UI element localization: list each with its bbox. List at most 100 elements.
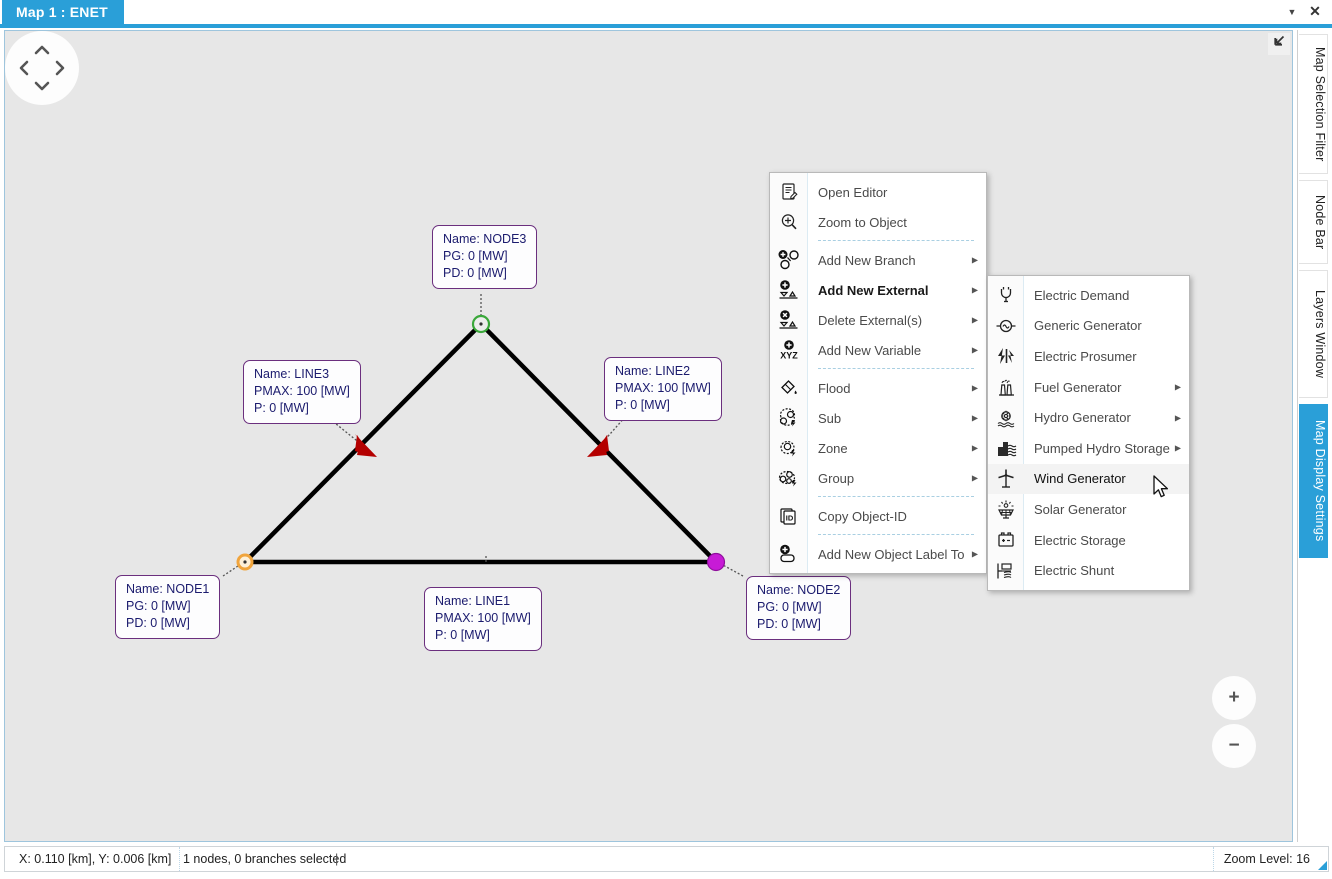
sidebar-tab-layers-window[interactable]: Layers Window	[1299, 270, 1328, 398]
sidebar-tab-map-display-settings[interactable]: Map Display Settings	[1299, 404, 1328, 558]
submenu-item-hydro-generator[interactable]: Hydro Generator ▶	[988, 402, 1189, 433]
menu-item-add-new-external[interactable]: Add New External ▶	[770, 275, 986, 305]
menu-item-flood[interactable]: Flood ▶	[770, 373, 986, 403]
label-line: PMAX: 100 [MW]	[615, 380, 711, 397]
node-label-node3[interactable]: Name: NODE3 PG: 0 [MW] PD: 0 [MW]	[432, 225, 537, 289]
wind-turbine-icon	[988, 464, 1023, 494]
menu-item-zone[interactable]: Zone ▶	[770, 433, 986, 463]
shunt-icon	[988, 556, 1023, 586]
label-line: PMAX: 100 [MW]	[435, 610, 531, 627]
add-object-label-icon	[770, 539, 807, 569]
pumped-hydro-icon	[988, 433, 1023, 463]
generic-generator-icon	[988, 311, 1023, 341]
label-line: PD: 0 [MW]	[126, 615, 209, 632]
menu-item-label: Zoom to Object	[807, 215, 907, 230]
zoom-in-magnifier-icon	[770, 207, 807, 237]
status-bar: X: 0.110 [km], Y: 0.006 [km] 1 nodes, 0 …	[4, 846, 1329, 872]
label-line: PG: 0 [MW]	[126, 598, 209, 615]
chevron-right-icon: ▶	[972, 414, 978, 423]
label-line: Name: LINE3	[254, 366, 350, 383]
menu-item-label: Open Editor	[807, 185, 887, 200]
status-caret: |	[335, 847, 338, 871]
chevron-right-icon: ▶	[1175, 383, 1181, 392]
menu-item-label: Sub	[807, 411, 841, 426]
sidebar-tab-map-selection-filter[interactable]: Map Selection Filter	[1299, 34, 1328, 174]
submenu-item-electric-shunt[interactable]: Electric Shunt	[988, 555, 1189, 586]
menu-item-add-new-variable[interactable]: XYZ Add New Variable ▶	[770, 335, 986, 365]
menu-item-group[interactable]: Group ▶	[770, 463, 986, 493]
label-line: P: 0 [MW]	[254, 400, 350, 417]
submenu-item-label: Electric Demand	[1023, 288, 1129, 303]
label-line: Name: NODE3	[443, 231, 526, 248]
node-label-node2[interactable]: Name: NODE2 PG: 0 [MW] PD: 0 [MW]	[746, 576, 851, 640]
chevron-right-icon: ▶	[972, 384, 978, 393]
hydro-turbine-icon	[988, 403, 1023, 433]
chevron-right-icon: ▶	[972, 286, 978, 295]
mouse-cursor	[1153, 475, 1171, 501]
context-menu[interactable]: Open Editor Zoom to Object Add New Branc…	[769, 172, 987, 574]
chevron-down-icon[interactable]: ▼	[1284, 4, 1300, 20]
chevron-right-icon: ▶	[972, 316, 978, 325]
node-marker-node2	[708, 554, 725, 571]
menu-item-label: Delete External(s)	[807, 313, 922, 328]
label-line: PD: 0 [MW]	[757, 616, 840, 633]
sidebar-tab-node-bar[interactable]: Node Bar	[1299, 180, 1328, 264]
label-line: Name: NODE2	[757, 582, 840, 599]
resize-grip-icon[interactable]	[1315, 858, 1328, 871]
menu-item-label: Copy Object-ID	[807, 509, 907, 524]
solar-panel-icon	[988, 494, 1023, 524]
add-variable-xyz-icon: XYZ	[770, 335, 807, 365]
menu-item-add-new-branch[interactable]: Add New Branch ▶	[770, 245, 986, 275]
menu-item-label: Add New Variable	[807, 343, 921, 358]
menu-item-sub[interactable]: Sub ▶	[770, 403, 986, 433]
menu-item-delete-externals[interactable]: Delete External(s) ▶	[770, 305, 986, 335]
menu-separator	[818, 496, 974, 498]
submenu-item-electric-demand[interactable]: Electric Demand	[988, 280, 1189, 311]
pan-control[interactable]	[5, 31, 79, 105]
submenu-item-electric-prosumer[interactable]: Electric Prosumer	[988, 341, 1189, 372]
branch-label-line2[interactable]: Name: LINE2 PMAX: 100 [MW] P: 0 [MW]	[604, 357, 722, 421]
flood-fill-icon	[770, 373, 807, 403]
label-line: Name: NODE1	[126, 581, 209, 598]
group-icon	[770, 463, 807, 493]
label-line: Name: LINE2	[615, 363, 711, 380]
submenu-item-label: Generic Generator	[1023, 318, 1142, 333]
chevron-right-icon: ▶	[1175, 413, 1181, 422]
zoom-out-button[interactable]: −	[1212, 724, 1256, 768]
label-line: P: 0 [MW]	[615, 397, 711, 414]
copy-id-icon: ID	[770, 501, 807, 531]
fuel-plant-icon	[988, 372, 1023, 402]
zoom-in-button[interactable]: +	[1212, 676, 1256, 720]
chevron-right-icon: ▶	[972, 346, 978, 355]
submenu-item-pumped-hydro-storage[interactable]: Pumped Hydro Storage ▶	[988, 433, 1189, 464]
menu-separator	[818, 368, 974, 370]
close-icon[interactable]: ✕	[1306, 2, 1324, 20]
map-canvas-panel[interactable]: Name: NODE1 PG: 0 [MW] PD: 0 [MW] Name: …	[4, 30, 1293, 842]
substation-icon	[770, 403, 807, 433]
delete-external-icon	[770, 305, 807, 335]
menu-item-add-new-object-label-to[interactable]: Add New Object Label To ▶	[770, 539, 986, 569]
branch-label-line3[interactable]: Name: LINE3 PMAX: 100 [MW] P: 0 [MW]	[243, 360, 361, 424]
tab-strip-underline	[0, 24, 1332, 28]
menu-item-copy-object-id[interactable]: ID Copy Object-ID	[770, 501, 986, 531]
menu-item-open-editor[interactable]: Open Editor	[770, 177, 986, 207]
submenu-item-fuel-generator[interactable]: Fuel Generator ▶	[988, 372, 1189, 403]
document-tab-bar: Map 1 : ENET ▼ ✕	[0, 0, 1332, 28]
label-line: PD: 0 [MW]	[443, 265, 526, 282]
submenu-item-electric-storage[interactable]: Electric Storage	[988, 525, 1189, 556]
menu-item-zoom-to-object[interactable]: Zoom to Object	[770, 207, 986, 237]
label-line: Name: LINE1	[435, 593, 531, 610]
branch-label-line1[interactable]: Name: LINE1 PMAX: 100 [MW] P: 0 [MW]	[424, 587, 542, 651]
menu-separator	[818, 534, 974, 536]
submenu-item-label: Pumped Hydro Storage	[1023, 441, 1170, 456]
submenu-item-label: Wind Generator	[1023, 471, 1126, 486]
battery-icon	[988, 525, 1023, 555]
collapse-arrow-icon[interactable]	[1268, 33, 1290, 55]
add-new-external-submenu[interactable]: Electric Demand Generic Generator Electr…	[987, 275, 1190, 591]
submenu-item-generic-generator[interactable]: Generic Generator	[988, 311, 1189, 342]
tab-map1-enet[interactable]: Map 1 : ENET	[2, 0, 124, 24]
status-selection-count: 1 nodes, 0 branches selected	[175, 847, 354, 871]
menu-item-label: Add New Branch	[807, 253, 916, 268]
submenu-item-label: Solar Generator	[1023, 502, 1127, 517]
node-label-node1[interactable]: Name: NODE1 PG: 0 [MW] PD: 0 [MW]	[115, 575, 220, 639]
